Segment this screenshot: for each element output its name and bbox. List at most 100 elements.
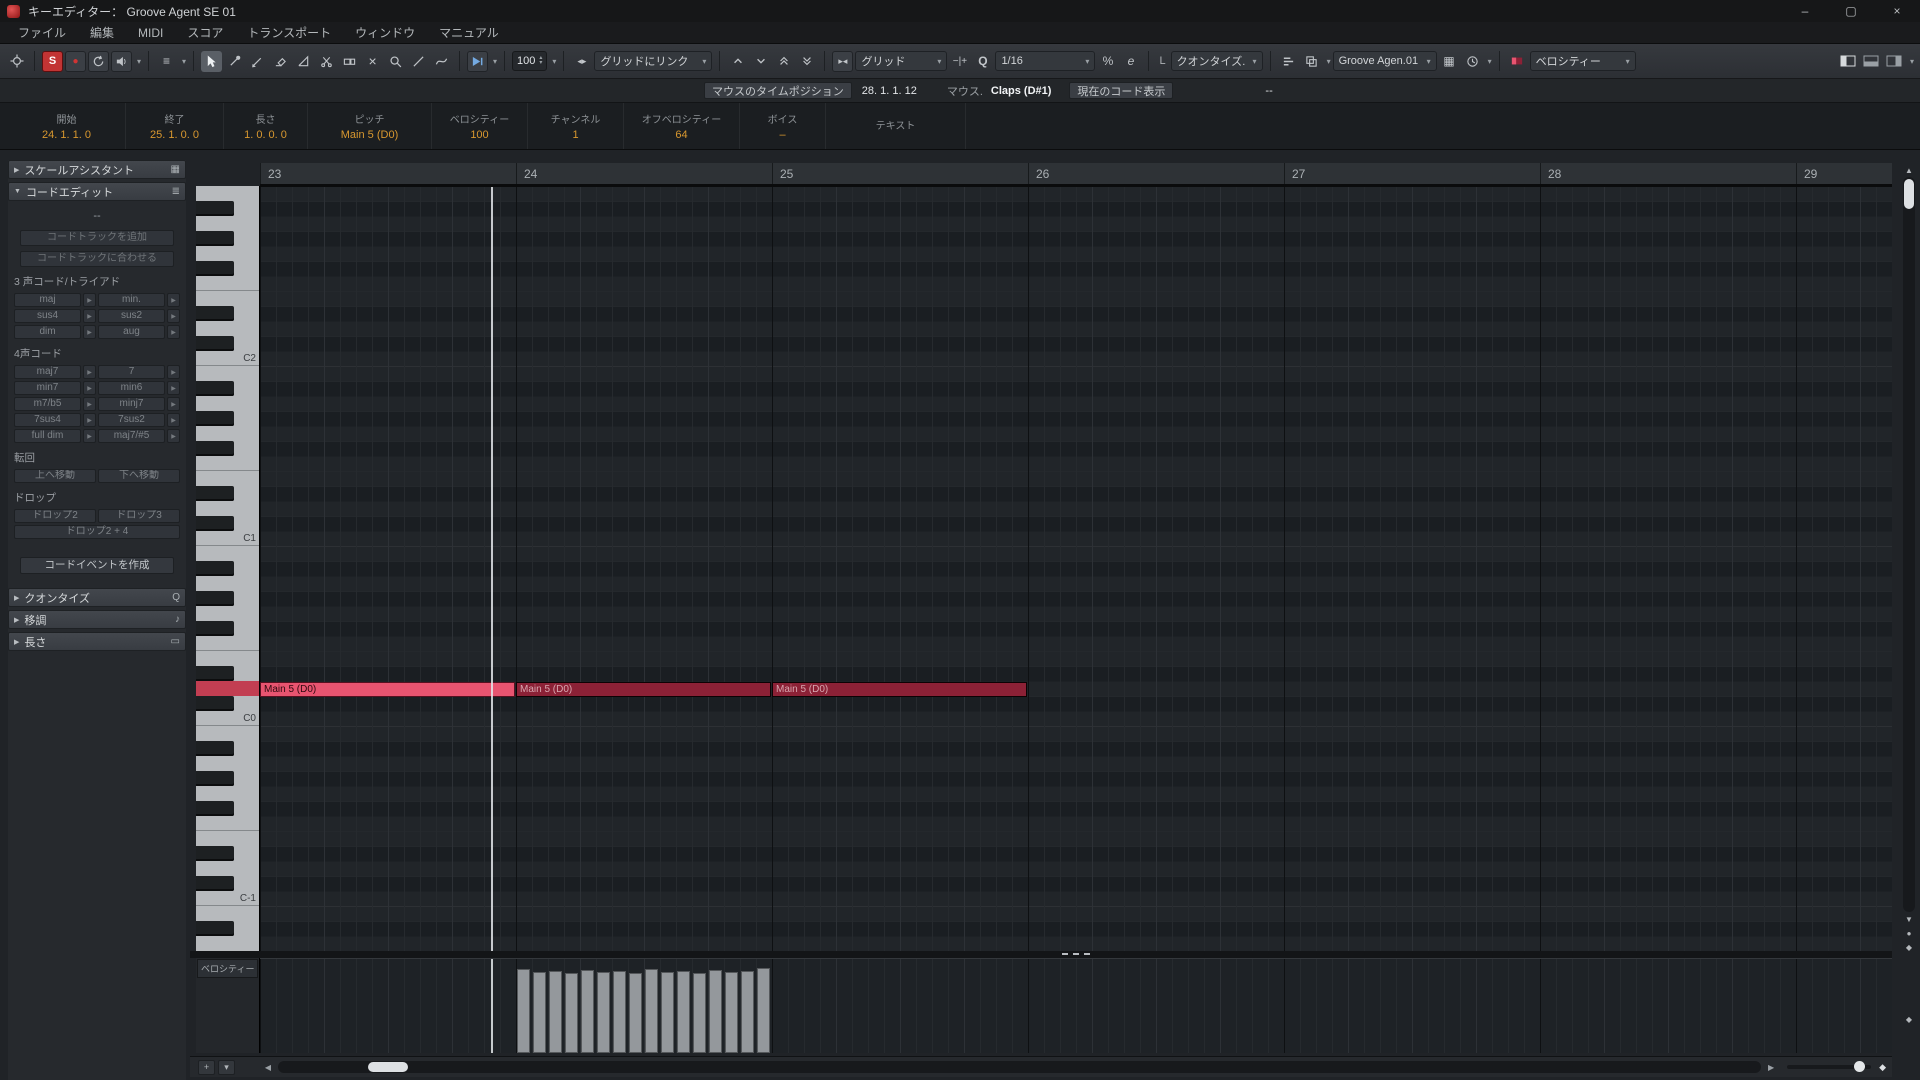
chord-button-m7/b5-arrow-icon[interactable]: ▶: [83, 397, 96, 411]
part-layers-icon[interactable]: [1301, 51, 1322, 72]
piano-key-D-1[interactable]: [196, 861, 259, 876]
drop-button-ドロップ3[interactable]: ドロップ3: [98, 509, 180, 523]
midi-note[interactable]: Main 5 (D0): [516, 682, 771, 697]
left-zone-toggle[interactable]: [1838, 51, 1859, 72]
piano-key-C2[interactable]: C2: [196, 351, 259, 366]
section-length[interactable]: ▶ 長さ ▭: [8, 632, 186, 651]
draw-tool[interactable]: [247, 51, 268, 72]
piano-key-G0[interactable]: [196, 606, 259, 621]
zone-setup-caret-icon[interactable]: ▾: [1910, 57, 1914, 66]
create-chord-event-button[interactable]: コードイベントを作成: [20, 557, 173, 574]
info-field-8[interactable]: テキスト: [826, 103, 966, 149]
hscroll-thumb[interactable]: [368, 1062, 408, 1072]
chord-button-dim[interactable]: dim: [14, 325, 81, 339]
object-selection-tool[interactable]: [201, 51, 222, 72]
time-warp-tool[interactable]: [431, 51, 452, 72]
chord-button-sus4[interactable]: sus4: [14, 309, 81, 323]
piano-key-A#1[interactable]: [196, 381, 259, 396]
velocity-bar[interactable]: [661, 972, 674, 1053]
piano-key-D0[interactable]: [196, 681, 259, 696]
feedback-caret-icon[interactable]: ▾: [137, 57, 141, 66]
menu-item-2[interactable]: MIDI: [126, 26, 175, 40]
chord-button-7sus4-arrow-icon[interactable]: ▶: [83, 413, 96, 427]
snap-on-off-button[interactable]: ▸◂: [832, 51, 853, 72]
velocity-bar[interactable]: [629, 973, 642, 1053]
scroll-left-icon[interactable]: ◀: [260, 1060, 276, 1075]
chord-button-min.-arrow-icon[interactable]: ▶: [167, 293, 180, 307]
chord-button-min7-arrow-icon[interactable]: ▶: [83, 381, 96, 395]
menu-item-0[interactable]: ファイル: [6, 24, 78, 41]
piano-keyboard[interactable]: C2C1C0C-1: [196, 186, 260, 951]
move-down-octave-button[interactable]: [796, 51, 817, 72]
piano-key-C-1[interactable]: C-1: [196, 891, 259, 906]
chord-button-min6-arrow-icon[interactable]: ▶: [167, 381, 180, 395]
piano-key-E1[interactable]: [196, 471, 259, 486]
chord-button-7sus4[interactable]: 7sus4: [14, 413, 81, 427]
close-button[interactable]: ×: [1874, 0, 1920, 22]
chord-button-maj7[interactable]: maj7: [14, 365, 81, 379]
move-down-button[interactable]: [750, 51, 771, 72]
maximize-button[interactable]: ▢: [1828, 0, 1874, 22]
erase-tool[interactable]: [270, 51, 291, 72]
velocity-zoom-preset-icon[interactable]: ◆: [1901, 1012, 1917, 1026]
quantize-preset-dropdown[interactable]: 1/16 ▾: [995, 51, 1095, 71]
info-field-2[interactable]: 長さ1. 0. 0. 0: [224, 103, 308, 149]
drop-button-ドロップ2[interactable]: ドロップ2: [14, 509, 96, 523]
note-grid[interactable]: Main 5 (D0)Main 5 (D0)Main 5 (D0): [260, 186, 1892, 951]
inversion-button-下へ移動[interactable]: 下へ移動: [98, 469, 180, 483]
event-colors-dropdown[interactable]: ベロシティー ▾: [1530, 51, 1636, 71]
chord-button-maj[interactable]: maj: [14, 293, 81, 307]
time-format-caret-icon[interactable]: ▾: [1488, 57, 1492, 66]
line-tool[interactable]: [408, 51, 429, 72]
piano-key-G2[interactable]: [196, 246, 259, 261]
section-transpose[interactable]: ▶ 移調 ♪: [8, 610, 186, 629]
info-field-0[interactable]: 開始24. 1. 1. 0: [8, 103, 126, 149]
piano-key-B0[interactable]: [196, 546, 259, 561]
info-field-1[interactable]: 終了25. 1. 0. 0: [126, 103, 224, 149]
chord-button-7sus2-arrow-icon[interactable]: ▶: [167, 413, 180, 427]
info-field-6[interactable]: オフベロシティー64: [624, 103, 740, 149]
piano-key-B-1[interactable]: [196, 726, 259, 741]
velocity-bar[interactable]: [709, 970, 722, 1053]
minimize-button[interactable]: –: [1782, 0, 1828, 22]
piano-key-D#0[interactable]: [196, 666, 259, 681]
chord-button-sus4-arrow-icon[interactable]: ▶: [83, 309, 96, 323]
piano-key-G-1[interactable]: [196, 786, 259, 801]
horizontal-zoom-slider[interactable]: [1787, 1065, 1871, 1069]
piano-key-C#1[interactable]: [196, 516, 259, 531]
chord-button-7[interactable]: 7: [98, 365, 165, 379]
piano-key-F#0[interactable]: [196, 621, 259, 636]
piano-key-E0[interactable]: [196, 651, 259, 666]
nudge-down-icon[interactable]: ▾: [539, 61, 542, 66]
vertical-zoom-preset-icon[interactable]: ◆: [1901, 940, 1917, 954]
midi-note[interactable]: Main 5 (D0): [772, 682, 1027, 697]
piano-key-D#-1[interactable]: [196, 846, 259, 861]
piano-key-F1[interactable]: [196, 456, 259, 471]
match-chord-track-button[interactable]: コードトラックに合わせる: [20, 251, 173, 267]
vscroll-track[interactable]: [1903, 177, 1915, 912]
autoscroll-button[interactable]: [467, 51, 488, 72]
velocity-bar[interactable]: [581, 970, 594, 1053]
mute-tool[interactable]: ×: [362, 51, 383, 72]
solo-editor-button[interactable]: S: [42, 51, 63, 72]
add-chord-track-button[interactable]: コードトラックを追加: [20, 230, 173, 246]
controller-lane-menu-button[interactable]: ▾: [218, 1060, 235, 1075]
vscroll-thumb[interactable]: [1904, 179, 1914, 209]
vertical-zoom-knob[interactable]: ●: [1901, 926, 1917, 940]
velocity-bar[interactable]: [565, 973, 578, 1053]
piano-key-G#1[interactable]: [196, 411, 259, 426]
piano-key-D#1[interactable]: [196, 486, 259, 501]
piano-key-G1[interactable]: [196, 426, 259, 441]
timeline-ruler[interactable]: 23242526272829: [260, 163, 1892, 186]
velocity-bar[interactable]: [549, 971, 562, 1053]
chord-button-maj-arrow-icon[interactable]: ▶: [83, 293, 96, 307]
scroll-right-icon[interactable]: ▶: [1763, 1060, 1779, 1075]
grid-type-dropdown[interactable]: グリッド ▾: [855, 51, 947, 71]
velocity-bar[interactable]: [533, 972, 546, 1053]
menu-item-1[interactable]: 編集: [78, 24, 126, 41]
piano-key-F2[interactable]: [196, 276, 259, 291]
velocity-lane-header[interactable]: ベロシティー: [196, 958, 260, 1053]
piano-key-A#0[interactable]: [196, 561, 259, 576]
piano-key-A-2[interactable]: [196, 936, 259, 951]
piano-key-G#-1[interactable]: [196, 771, 259, 786]
